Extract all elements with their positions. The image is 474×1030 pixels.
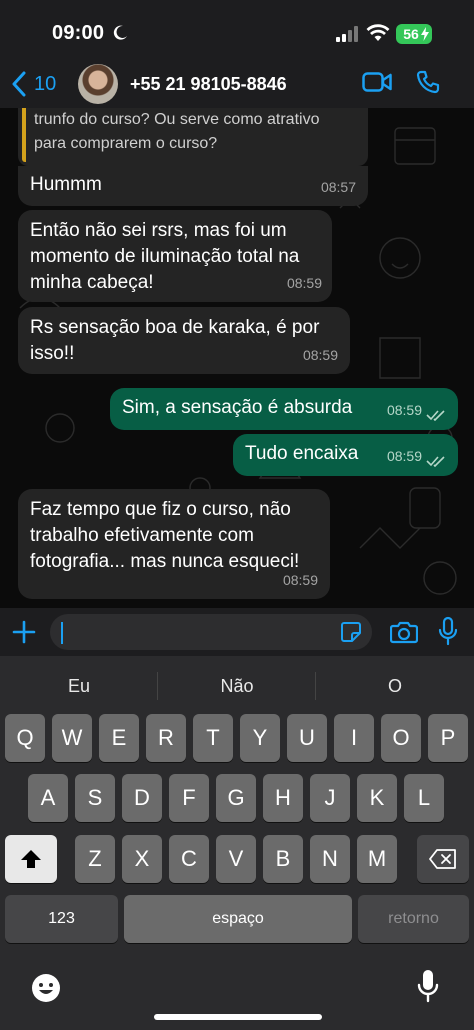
unread-count: 10 xyxy=(34,72,57,95)
key-q[interactable]: Q xyxy=(5,714,45,762)
key-t[interactable]: T xyxy=(193,714,233,762)
top-bar: 09:00 56 10 +55 21 98105-8846 xyxy=(0,0,474,108)
key-k[interactable]: K xyxy=(357,774,397,822)
suggestion[interactable]: Eu xyxy=(0,656,158,716)
key-v[interactable]: V xyxy=(216,835,256,883)
message-time: 08:59 xyxy=(386,448,422,464)
keyboard: Eu Não O Q W E R T Y U I O P A S D F G H… xyxy=(0,656,474,1030)
shift-icon xyxy=(21,850,41,868)
message-text: Rs sensação boa de karaka, é por isso!! xyxy=(30,317,320,364)
key-e[interactable]: E xyxy=(99,714,139,762)
key-s[interactable]: S xyxy=(75,774,115,822)
key-p[interactable]: P xyxy=(428,714,468,762)
battery-indicator: 56 xyxy=(396,24,432,44)
message-time: 08:57 xyxy=(320,179,356,195)
key-i[interactable]: I xyxy=(334,714,374,762)
message-text: Então não sei rsrs, mas foi um momento d… xyxy=(30,220,300,293)
quote-bar xyxy=(22,108,26,162)
quoted-message[interactable]: trunfo do curso? Ou serve como atrativo … xyxy=(18,108,368,166)
status-time: 09:00 xyxy=(52,22,105,44)
quoted-text: trunfo do curso? Ou serve como atrativo … xyxy=(34,111,320,152)
message-composer xyxy=(0,608,474,656)
key-o[interactable]: O xyxy=(381,714,421,762)
message-bubble[interactable]: Faz tempo que fiz o curso, não trabalho … xyxy=(18,489,330,599)
wifi-icon xyxy=(366,24,390,41)
message-text: Sim, a sensação é absurda xyxy=(122,397,353,418)
moon-icon xyxy=(113,25,127,40)
message-text: Hummm xyxy=(30,174,102,195)
key-n[interactable]: N xyxy=(310,835,350,883)
message-bubble[interactable]: Tudo encaixa 08:59 xyxy=(233,434,458,476)
microphone-icon[interactable] xyxy=(438,616,458,646)
return-key[interactable]: retorno xyxy=(358,895,469,943)
space-key[interactable]: espaço xyxy=(124,895,352,943)
key-r[interactable]: R xyxy=(146,714,186,762)
key-f[interactable]: F xyxy=(169,774,209,822)
message-time: 08:59 xyxy=(282,572,318,588)
delete-icon xyxy=(429,849,456,869)
key-w[interactable]: W xyxy=(52,714,92,762)
double-check-icon xyxy=(426,410,445,421)
message-input[interactable] xyxy=(50,614,372,650)
battery-level: 56 xyxy=(403,26,419,42)
key-z[interactable]: Z xyxy=(75,835,115,883)
suggestion[interactable]: Não xyxy=(158,656,316,716)
emoji-icon[interactable] xyxy=(30,972,62,1004)
delete-key[interactable] xyxy=(417,835,469,883)
text-cursor xyxy=(61,622,63,644)
key-l[interactable]: L xyxy=(404,774,444,822)
shift-key[interactable] xyxy=(5,835,57,883)
microphone-icon[interactable] xyxy=(416,968,440,1004)
key-a[interactable]: A xyxy=(28,774,68,822)
key-j[interactable]: J xyxy=(310,774,350,822)
double-check-icon xyxy=(426,456,445,467)
back-button[interactable]: 10 xyxy=(10,70,70,98)
key-u[interactable]: U xyxy=(287,714,327,762)
bolt-icon xyxy=(421,27,429,41)
home-indicator[interactable] xyxy=(154,1014,322,1020)
key-x[interactable]: X xyxy=(122,835,162,883)
message-bubble[interactable]: Então não sei rsrs, mas foi um momento d… xyxy=(18,210,332,302)
message-time: 08:59 xyxy=(286,275,322,291)
plus-icon[interactable] xyxy=(12,620,36,644)
key-d[interactable]: D xyxy=(122,774,162,822)
camera-icon[interactable] xyxy=(390,620,418,644)
suggestion[interactable]: O xyxy=(316,656,474,716)
message-time: 08:59 xyxy=(302,347,338,363)
chevron-left-icon xyxy=(12,71,26,97)
numbers-key[interactable]: 123 xyxy=(5,895,118,943)
message-bubble[interactable]: Rs sensação boa de karaka, é por isso!! … xyxy=(18,307,350,374)
chat-area[interactable]: trunfo do curso? Ou serve como atrativo … xyxy=(0,108,474,608)
contact-name[interactable]: +55 21 98105-8846 xyxy=(130,74,287,95)
key-c[interactable]: C xyxy=(169,835,209,883)
key-g[interactable]: G xyxy=(216,774,256,822)
phone-icon[interactable] xyxy=(416,70,440,94)
key-y[interactable]: Y xyxy=(240,714,280,762)
sticker-icon[interactable] xyxy=(340,621,362,643)
message-time: 08:59 xyxy=(386,402,422,418)
signal-icon xyxy=(336,26,358,42)
video-icon[interactable] xyxy=(362,70,392,94)
avatar[interactable] xyxy=(78,64,118,104)
key-m[interactable]: M xyxy=(357,835,397,883)
message-text: Tudo encaixa xyxy=(245,443,359,464)
message-text: Faz tempo que fiz o curso, não trabalho … xyxy=(30,499,300,572)
message-bubble[interactable]: Hummm 08:57 xyxy=(18,166,368,206)
message-bubble[interactable]: Sim, a sensação é absurda 08:59 xyxy=(110,388,458,430)
key-b[interactable]: B xyxy=(263,835,303,883)
key-h[interactable]: H xyxy=(263,774,303,822)
